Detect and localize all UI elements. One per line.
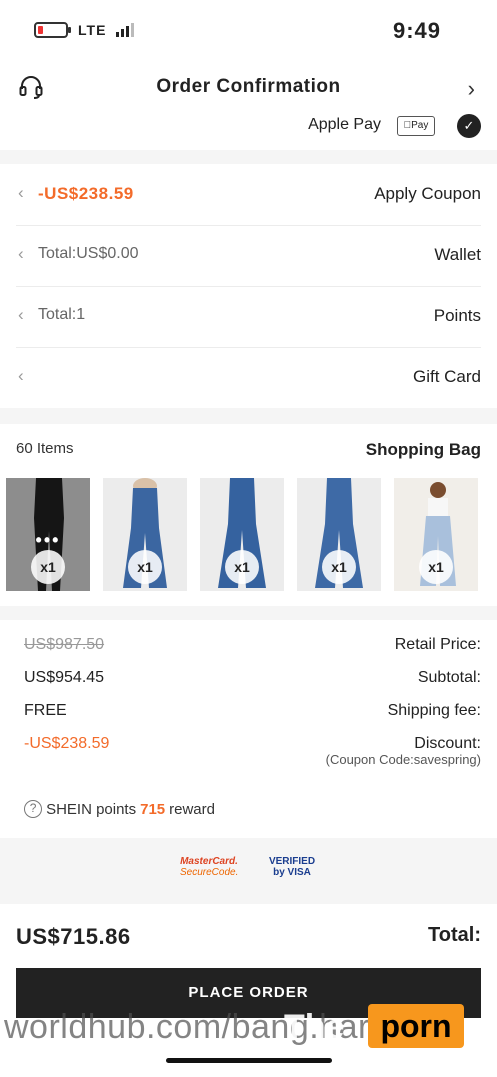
chevron-right-icon: ‹ — [18, 183, 24, 202]
status-bar: 9:49 LTE — [0, 0, 497, 62]
discount-value: -US$238.59 — [24, 735, 110, 752]
shipping-fee-row: Shipping fee: FREE — [0, 696, 497, 726]
order-confirmation-screen: 9:49 LTE Order Confirmation › ✓ Pay App… — [0, 0, 497, 1077]
item-count: 60 Items — [16, 440, 74, 457]
reward-prefix: reward — [169, 800, 215, 818]
subtotal-label: Subtotal: — [417, 669, 481, 686]
apply-coupon-label: Apply Coupon — [374, 184, 481, 203]
payment-method-apple-pay[interactable]: ✓ Pay Apple Pay — [0, 108, 497, 144]
retail-price-label: Retail Price: — [394, 636, 481, 653]
status-time: 9:49 — [392, 18, 441, 43]
chevron-right-icon: ‹ — [18, 366, 24, 385]
subtotal-value: US$954.45 — [24, 669, 105, 686]
status-indicators: LTE — [34, 22, 135, 38]
gift-card-label: Gift Card — [412, 367, 481, 386]
shopping-bag-header[interactable]: Shopping Bag 60 Items — [0, 424, 497, 474]
mastercard-line2: SecureCode. — [180, 867, 239, 878]
secure-payment-logos: MasterCard. SecureCode. VERIFIED by VISA — [0, 838, 497, 904]
wallet-label: Wallet — [434, 245, 481, 264]
chevron-left-icon[interactable]: › — [468, 76, 475, 102]
points-row[interactable]: Points Total:1 ‹ — [0, 286, 497, 347]
shopping-bag-title: Shopping Bag — [365, 440, 481, 459]
network-label: LTE — [78, 22, 107, 38]
coupon-value: -US$238.59 — [38, 184, 134, 203]
product-thumbnail[interactable]: x1 — [200, 478, 284, 591]
product-thumbnail[interactable]: x1 — [394, 478, 478, 591]
chevron-right-icon: ‹ — [18, 244, 24, 263]
shipping-fee-value: FREE — [24, 702, 67, 719]
payment-method-label: Apple Pay — [308, 116, 381, 133]
shipping-fee-label: Shipping fee: — [387, 702, 481, 719]
question-icon[interactable]: ? — [24, 800, 43, 818]
quantity-badge: x1 — [31, 550, 65, 584]
total-label: Total: — [428, 924, 481, 946]
wallet-row[interactable]: Wallet Total:US$0.00 ‹ — [0, 225, 497, 286]
subtotal-row: Subtotal: US$954.45 — [0, 663, 497, 693]
coupon-code-note: (Coupon Code:savespring) — [325, 752, 481, 767]
discount-label: Discount: — [414, 735, 481, 752]
quantity-badge: x1 — [128, 550, 162, 584]
home-indicator[interactable] — [166, 1058, 332, 1063]
total-value: US$715.86 — [16, 924, 131, 949]
headset-icon[interactable] — [18, 74, 44, 100]
visa-line1: VERIFIED — [268, 856, 316, 867]
watermark-brand-the: The — [284, 1008, 345, 1046]
mastercard-securecode-logo: MasterCard. SecureCode. — [180, 856, 238, 886]
retail-price-row: Retail Price: US$987.50 — [0, 630, 497, 660]
product-thumbnail[interactable]: ••• x1 — [6, 478, 90, 591]
watermark-url: worldhub.com/bang.harlow — [4, 1008, 423, 1046]
radio-selected-icon[interactable]: ✓ — [457, 114, 481, 138]
reward-suffix: SHEIN points — [46, 800, 137, 818]
retail-price-value: US$987.50 — [24, 636, 105, 653]
watermark-brand-porn: porn — [368, 1004, 464, 1048]
section-gap — [0, 150, 497, 164]
section-gap — [0, 408, 497, 424]
product-thumbnail[interactable]: x1 — [297, 478, 381, 591]
product-thumbnails[interactable]: ••• x1 x1 x1 x1 x1 — [6, 478, 491, 592]
watermark: worldhub.com/bang.harlow The porn — [0, 1004, 497, 1048]
more-icon: ••• — [35, 530, 61, 550]
chevron-right-icon: ‹ — [18, 305, 24, 324]
quantity-badge: x1 — [225, 550, 259, 584]
apply-coupon-row[interactable]: Apply Coupon -US$238.59 ‹ — [0, 164, 497, 225]
quantity-badge: x1 — [419, 550, 453, 584]
points-label: Points — [433, 306, 481, 325]
battery-icon — [34, 22, 71, 38]
verified-by-visa-logo: VERIFIED by VISA — [266, 856, 318, 886]
apple-pay-logo: Pay — [397, 116, 435, 136]
wallet-value: Total:US$0.00 — [38, 245, 139, 262]
visa-line2: by VISA — [273, 867, 311, 878]
signal-icon — [116, 23, 135, 37]
points-value: Total:1 — [38, 306, 86, 323]
quantity-badge: x1 — [322, 550, 356, 584]
reward-points-value: 715 — [140, 800, 166, 818]
product-thumbnail[interactable]: x1 — [103, 478, 187, 591]
mastercard-line1: MasterCard. — [180, 856, 238, 867]
total-row: Total: US$715.86 — [0, 914, 497, 958]
gift-card-row[interactable]: Gift Card ‹ — [0, 347, 497, 408]
page-title: Order Confirmation — [156, 76, 341, 97]
section-gap — [0, 606, 497, 620]
reward-points: ? SHEIN points 715 reward — [24, 800, 215, 818]
